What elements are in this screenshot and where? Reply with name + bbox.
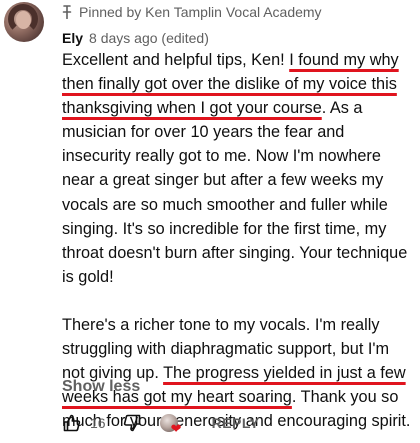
comment-header: Ely 8 days ago (edited) [62, 30, 209, 46]
comment-actions: 16 ❤ REPLY [62, 408, 259, 438]
reply-button[interactable]: REPLY [212, 415, 260, 431]
pin-icon [62, 5, 72, 19]
show-less-button[interactable]: Show less [62, 378, 140, 396]
avatar-face [16, 11, 31, 29]
comment-text-segment: Excellent and helpful tips, Ken! [62, 51, 290, 69]
comment-paragraph-1: Excellent and helpful tips, Ken! I found… [62, 48, 416, 289]
comment-timestamp[interactable]: 8 days ago (edited) [89, 30, 209, 46]
thumbs-down-icon[interactable] [122, 413, 142, 433]
comment-text-segment: . As a musician for over 10 years the fe… [62, 99, 408, 286]
pinned-text: Pinned by Ken Tamplin Vocal Academy [79, 4, 322, 20]
thumbs-up-icon[interactable] [62, 413, 82, 433]
comment-author[interactable]: Ely [62, 30, 83, 46]
commenter-avatar[interactable] [4, 2, 44, 42]
pinned-label: Pinned by Ken Tamplin Vocal Academy [62, 4, 322, 20]
comment-text: Excellent and helpful tips, Ken! I found… [62, 48, 416, 434]
heart-icon: ❤ [170, 421, 182, 436]
creator-heart-icon: ❤ [159, 412, 184, 436]
like-count: 16 [90, 415, 106, 431]
